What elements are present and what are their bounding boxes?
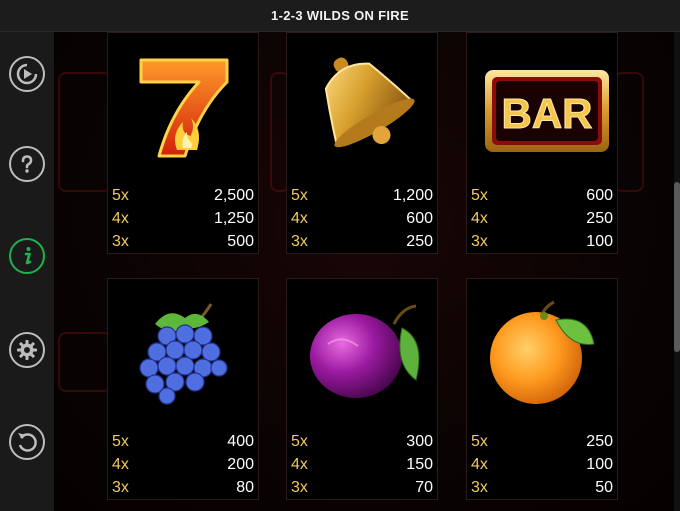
bell-icon [287,33,439,173]
grapes-icon [108,279,260,419]
payout-multiplier: 3x [291,479,308,496]
paytable-card-grapes: 5x 400 4x 200 3x 80 [107,278,259,500]
payout-row: 5x 600 [471,185,613,207]
payout-multiplier: 4x [112,210,129,227]
info-button[interactable] [9,238,45,274]
payout-multiplier: 3x [471,479,488,496]
payout-value: 80 [236,479,254,496]
payout-value: 250 [586,210,613,227]
payout-multiplier: 5x [471,433,488,450]
settings-button[interactable] [9,332,45,368]
sidebar [0,32,54,511]
payout-multiplier: 4x [112,456,129,473]
payout-multiplier: 4x [471,456,488,473]
question-icon [21,155,33,173]
payout-row: 3x 500 [112,231,254,253]
payout-multiplier: 3x [112,479,129,496]
paytable-card-bell: 5x 1,200 4x 600 3x 250 [286,32,438,254]
payout-multiplier: 5x [471,187,488,204]
payout-row: 4x 1,250 [112,208,254,230]
payout-value: 100 [586,456,613,473]
back-button[interactable] [9,424,45,460]
window-title: 1-2-3 WILDS ON FIRE [271,8,409,23]
payout-row: 3x 70 [291,477,433,499]
payout-multiplier: 3x [471,233,488,250]
payout-multiplier: 3x [291,233,308,250]
payout-multiplier: 5x [291,187,308,204]
scrollbar[interactable] [674,32,680,511]
payout-value: 500 [227,233,254,250]
payout-row: 3x 50 [471,477,613,499]
background-reel [58,332,112,392]
payout-multiplier: 3x [112,233,129,250]
scrollbar-thumb[interactable] [674,182,680,352]
paytable-card-orange: 5x 250 4x 100 3x 50 [466,278,618,500]
info-icon [24,247,32,265]
paytable-card-seven: 5x 2,500 4x 1,250 3x 500 [107,32,259,254]
game-window: 1-2-3 WILDS ON FIRE 5x 2,500 4x 1,250 3x… [0,0,680,511]
payout-value: 300 [406,433,433,450]
payout-row: 5x 1,200 [291,185,433,207]
payout-row: 5x 300 [291,431,433,453]
payout-value: 250 [406,233,433,250]
play-circle-icon [16,63,38,85]
payout-value: 200 [227,456,254,473]
payout-row: 5x 2,500 [112,185,254,207]
seven-icon [108,33,260,173]
paytable-card-bar: BAR 5x 600 4x 250 3x 100 [466,32,618,254]
payout-row: 4x 250 [471,208,613,230]
payout-multiplier: 5x [112,433,129,450]
bar-symbol-label: BAR [502,90,593,137]
paytable-card-plum: 5x 300 4x 150 3x 70 [286,278,438,500]
payout-row: 3x 100 [471,231,613,253]
payout-row: 4x 200 [112,454,254,476]
payout-value: 150 [406,456,433,473]
payout-value: 100 [586,233,613,250]
payout-multiplier: 4x [471,210,488,227]
orange-icon [467,279,619,419]
payout-value: 600 [586,187,613,204]
payout-multiplier: 5x [291,433,308,450]
payout-row: 5x 400 [112,431,254,453]
gear-icon [17,340,37,360]
payout-row: 4x 150 [291,454,433,476]
back-arrow-icon [18,433,37,452]
help-button[interactable] [9,146,45,182]
payout-value: 2,500 [213,187,254,204]
payout-value: 50 [595,479,613,496]
background-reel [58,72,112,192]
payout-value: 1,200 [392,187,433,204]
payout-row: 4x 600 [291,208,433,230]
payout-row: 5x 250 [471,431,613,453]
payout-row: 3x 250 [291,231,433,253]
payout-multiplier: 5x [112,187,129,204]
payout-value: 1,250 [213,210,254,227]
payout-value: 400 [227,433,254,450]
payout-value: 600 [406,210,433,227]
payout-row: 3x 80 [112,477,254,499]
payout-value: 70 [415,479,433,496]
payout-value: 250 [586,433,613,450]
plum-icon [287,279,439,419]
payout-row: 4x 100 [471,454,613,476]
payout-multiplier: 4x [291,210,308,227]
title-bar: 1-2-3 WILDS ON FIRE [0,0,680,32]
autoplay-button[interactable] [9,56,45,92]
payout-multiplier: 4x [291,456,308,473]
bar-icon: BAR [467,33,619,173]
